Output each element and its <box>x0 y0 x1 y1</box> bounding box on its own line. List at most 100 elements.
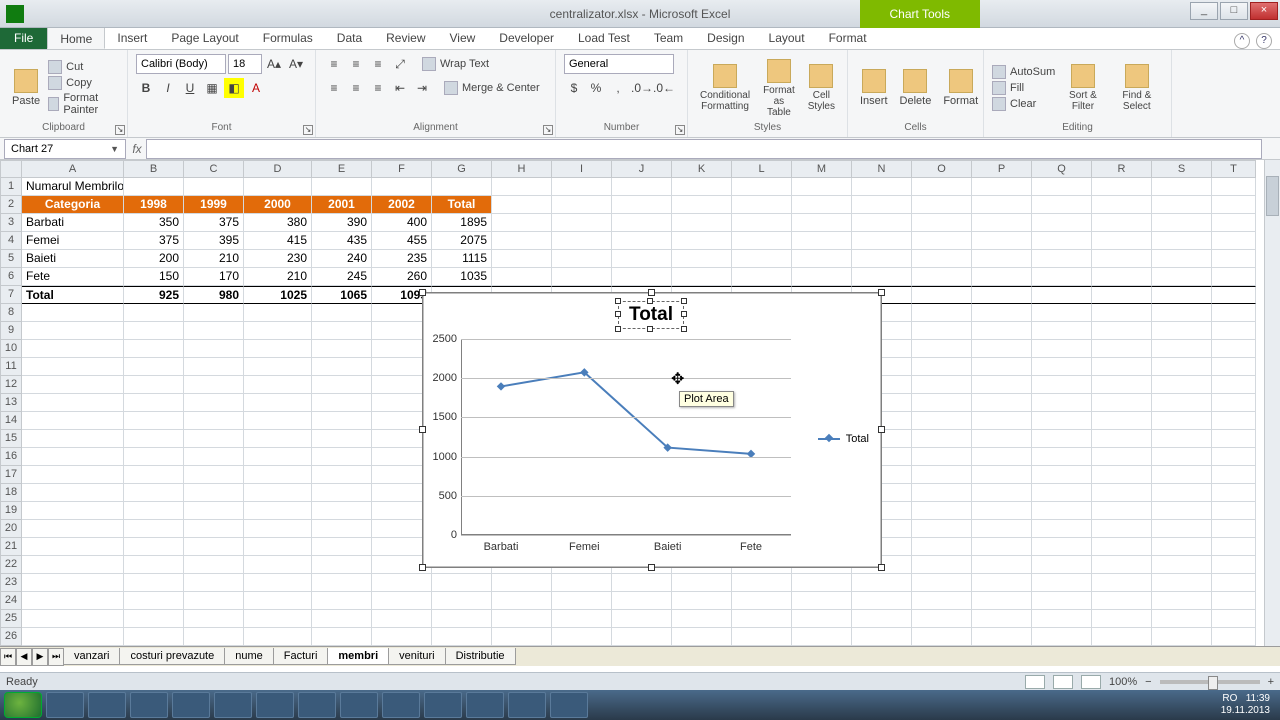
cell[interactable] <box>972 250 1032 268</box>
sheet-tab[interactable]: costuri prevazute <box>119 648 225 665</box>
cell[interactable] <box>612 574 672 592</box>
alignment-launcher[interactable]: ↘ <box>543 125 553 135</box>
normal-view-button[interactable] <box>1025 675 1045 689</box>
cell[interactable]: 260 <box>372 268 432 286</box>
cell[interactable] <box>1092 556 1152 574</box>
cell[interactable] <box>972 394 1032 412</box>
cell[interactable] <box>1032 268 1092 286</box>
delete-cells-button[interactable]: Delete <box>896 67 936 109</box>
cell[interactable] <box>852 610 912 628</box>
cell[interactable] <box>1152 304 1212 322</box>
cell[interactable] <box>552 268 612 286</box>
cell[interactable]: 2002 <box>372 196 432 214</box>
cell[interactable] <box>124 304 184 322</box>
resize-handle[interactable] <box>648 289 655 296</box>
cell[interactable] <box>184 520 244 538</box>
font-launcher[interactable]: ↘ <box>303 125 313 135</box>
cell[interactable] <box>612 610 672 628</box>
zoom-out-button[interactable]: − <box>1145 676 1151 688</box>
sheet-nav-first[interactable]: ⏮ <box>0 648 16 666</box>
cell[interactable] <box>852 574 912 592</box>
cell[interactable] <box>852 196 912 214</box>
cell[interactable] <box>912 286 972 304</box>
cell[interactable] <box>1092 304 1152 322</box>
cell[interactable] <box>1152 520 1212 538</box>
cell[interactable] <box>552 196 612 214</box>
cell[interactable] <box>184 394 244 412</box>
cell[interactable] <box>184 358 244 376</box>
cell[interactable] <box>492 196 552 214</box>
cell[interactable]: Numarul Membrilor <box>22 178 124 196</box>
row-header[interactable]: 17 <box>0 466 22 484</box>
merge-center-button[interactable]: Merge & Center <box>444 78 540 98</box>
cell[interactable] <box>1152 628 1212 646</box>
cell[interactable] <box>184 304 244 322</box>
cell[interactable] <box>792 196 852 214</box>
underline-button[interactable]: U <box>180 78 200 98</box>
embedded-chart[interactable]: Total 05001000150020002500BarbatiFemeiBa… <box>422 292 882 568</box>
cell[interactable] <box>244 466 312 484</box>
cell[interactable] <box>1032 304 1092 322</box>
cell[interactable] <box>244 610 312 628</box>
sheet-tab[interactable]: Distributie <box>445 648 516 665</box>
cell[interactable] <box>124 538 184 556</box>
italic-button[interactable]: I <box>158 78 178 98</box>
cell[interactable] <box>912 232 972 250</box>
cell[interactable] <box>732 628 792 646</box>
row-header[interactable]: 12 <box>0 376 22 394</box>
cell[interactable] <box>184 322 244 340</box>
fill-color-button[interactable]: ◧ <box>224 78 244 98</box>
cell[interactable] <box>492 592 552 610</box>
row-header[interactable]: 10 <box>0 340 22 358</box>
taskbar-app[interactable] <box>340 692 378 718</box>
font-size-input[interactable] <box>228 54 262 74</box>
select-all-corner[interactable] <box>0 160 22 178</box>
cell[interactable] <box>312 340 372 358</box>
resize-handle[interactable] <box>878 426 885 433</box>
cell-styles-button[interactable]: Cell Styles <box>804 62 839 114</box>
cell[interactable] <box>184 448 244 466</box>
tab-home[interactable]: Home <box>47 27 105 49</box>
sheet-nav-prev[interactable]: ◀ <box>16 648 32 666</box>
cell[interactable] <box>1092 376 1152 394</box>
cell[interactable] <box>1212 502 1256 520</box>
cell[interactable] <box>792 178 852 196</box>
page-break-view-button[interactable] <box>1081 675 1101 689</box>
resize-handle[interactable] <box>419 289 426 296</box>
column-header[interactable]: M <box>792 160 852 178</box>
cell[interactable] <box>22 556 124 574</box>
cell[interactable] <box>672 610 732 628</box>
cell[interactable] <box>22 466 124 484</box>
shrink-font-button[interactable]: A▾ <box>286 54 306 74</box>
cell[interactable] <box>1152 502 1212 520</box>
cell[interactable] <box>1152 322 1212 340</box>
cell[interactable] <box>22 376 124 394</box>
cell[interactable] <box>552 610 612 628</box>
cell[interactable] <box>912 628 972 646</box>
cell[interactable] <box>672 214 732 232</box>
row-header[interactable]: 4 <box>0 232 22 250</box>
cell[interactable] <box>22 484 124 502</box>
format-as-table-button[interactable]: Format as Table <box>758 57 800 120</box>
align-left-button[interactable]: ≡ <box>324 78 344 98</box>
cell[interactable] <box>1212 412 1256 430</box>
tab-insert[interactable]: Insert <box>105 27 159 49</box>
cell[interactable]: 980 <box>184 286 244 304</box>
cell[interactable] <box>1032 322 1092 340</box>
cell[interactable] <box>1032 340 1092 358</box>
row-header[interactable]: 5 <box>0 250 22 268</box>
cell[interactable] <box>244 448 312 466</box>
cell[interactable]: 1035 <box>432 268 492 286</box>
cell[interactable] <box>1212 430 1256 448</box>
cell[interactable] <box>972 430 1032 448</box>
cell[interactable] <box>912 484 972 502</box>
minimize-button[interactable]: _ <box>1190 2 1218 20</box>
tab-team[interactable]: Team <box>642 27 695 49</box>
grow-font-button[interactable]: A▴ <box>264 54 284 74</box>
cell[interactable] <box>312 466 372 484</box>
cell[interactable] <box>1032 592 1092 610</box>
cell[interactable] <box>244 376 312 394</box>
cell[interactable] <box>972 196 1032 214</box>
cell[interactable] <box>312 322 372 340</box>
cell[interactable] <box>792 268 852 286</box>
